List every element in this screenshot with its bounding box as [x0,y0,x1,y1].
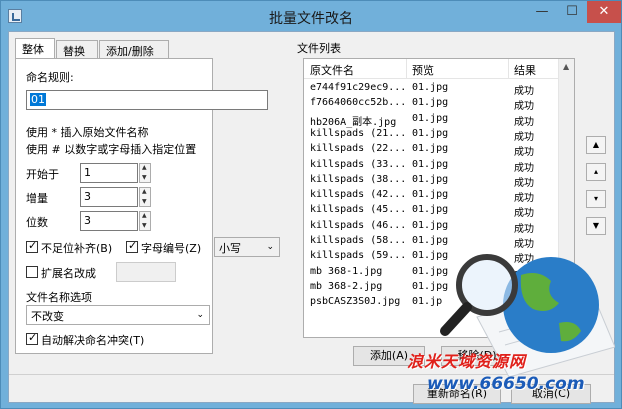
scroll-up-icon[interactable]: ▲ [563,62,569,71]
cell-preview: 01.jpg [412,189,449,201]
letter-label: 字母编号(Z) [141,242,202,255]
case-value: 小写 [219,242,241,255]
cell-original-name: mb 368-1.jpg [310,265,383,277]
cell-preview: 01.jpg [412,82,449,93]
column-divider [406,59,407,79]
column-divider [508,59,509,79]
move-up-button[interactable]: ▴ [586,163,606,181]
cell-preview: 01.jpg [412,173,449,185]
rules-panel: 命名规则: 01 使用 * 插入原始文件名称 使用 # 以数字或字母插入指定位置… [15,58,280,354]
conflict-label: 自动解决命名冲突(T) [41,334,145,347]
start-label: 开始于 [26,168,59,181]
name-options-select[interactable]: 不改变 ⌄ [26,305,210,325]
file-list-title: 文件列表 [297,42,341,55]
tab-replace[interactable]: 替换 [56,40,98,58]
table-row[interactable]: killspads (42... 01.jpg 成功 [304,188,560,205]
digits-stepper[interactable] [139,211,151,231]
ext-input[interactable] [116,262,176,282]
cell-result: 成功 [514,86,534,97]
ext-checkbox[interactable] [26,266,38,278]
table-row[interactable]: f7664060cc52b... 01.jpg 成功 [304,96,560,113]
cell-original-name: killspads (46... [310,219,407,231]
cell-original-name: mb 368-2.jpg [310,280,383,292]
naming-rule-input[interactable]: 01 [26,90,268,110]
pad-label: 不足位补齐(B) [41,242,113,255]
cell-original-name: killspads (59... [310,250,407,262]
naming-rule-label: 命名规则: [26,71,74,84]
step-label: 增量 [26,192,48,205]
cell-original-name: killspads (58... [310,235,407,246]
cell-preview: 01.jpg [412,158,449,170]
naming-rule-value: 01 [30,93,46,106]
chevron-down-icon: ⌄ [266,242,274,252]
cell-original-name: killspads (21... [310,127,407,139]
name-options-label: 文件名称选项 [26,291,92,304]
close-button[interactable]: ✕ [587,1,621,23]
letter-checkbox[interactable] [126,239,138,253]
watermark-cn: 浪米天域资源网 [407,352,527,371]
cell-original-name: f7664060cc52b... [310,97,407,109]
start-input[interactable]: 1 [80,163,138,183]
maximize-button[interactable]: ☐ [559,1,585,23]
chevron-down-icon: ⌄ [196,310,204,320]
cell-original-name: e744f91c29ec9... [310,82,407,93]
cell-preview: 01.jpg [412,97,449,109]
start-stepper[interactable] [139,163,151,183]
cell-preview: 01.jpg [412,204,449,216]
hint-hash: 使用 # 以数字或字母插入指定位置 [26,143,197,156]
cell-result: 成功 [514,101,534,113]
cell-original-name: killspads (33... [310,158,407,170]
digits-label: 位数 [26,216,48,229]
header-preview[interactable]: 预览 [412,62,434,78]
case-select[interactable]: 小写 ⌄ [214,237,280,257]
table-row[interactable]: e744f91c29ec9... 01.jpg 成功 [304,81,560,97]
app-window: 批量文件改名 — ☐ ✕ 整体 替换 添加/删除 命名规则: 01 使用 * 插… [0,0,622,409]
cell-result: 成功 [514,208,534,220]
tab-overall[interactable]: 整体 [15,38,55,59]
table-row[interactable]: killspads (22... 01.jpg 成功 [304,142,560,159]
file-list-header: 原文件名 预览 结果 [304,59,560,79]
cell-result: 成功 [514,177,534,189]
table-row[interactable]: killspads (21... 01.jpg 成功 [304,127,560,143]
table-row[interactable]: killspads (33... 01.jpg 成功 [304,158,560,174]
cell-result: 成功 [514,116,534,128]
cell-result: 成功 [514,193,534,205]
cell-result: 成功 [514,162,534,174]
move-down-button[interactable]: ▾ [586,190,606,208]
step-input[interactable]: 3 [80,187,138,207]
cell-preview: 01.jpg [412,143,449,155]
header-original-name[interactable]: 原文件名 [310,62,354,78]
cell-result: 成功 [514,147,534,159]
cell-original-name: psbCASZ3S0J.jpg [310,296,401,308]
cell-original-name: killspads (38... [310,173,407,185]
cell-preview: 01.jpg [412,127,449,139]
tab-add-remove[interactable]: 添加/删除 [99,40,169,58]
cell-original-name: killspads (45... [310,204,407,216]
watermark-url: www.66650.com [427,374,585,394]
cell-original-name: killspads (22... [310,143,407,155]
table-row[interactable]: hb206A_副本.jpg 01.jpg 成功 [304,112,560,128]
cell-original-name: hb206A_副本.jpg [310,116,397,128]
table-row[interactable]: killspads (45... 01.jpg 成功 [304,203,560,220]
digits-input[interactable]: 3 [80,211,138,231]
dialog-body: 整体 替换 添加/删除 命名规则: 01 使用 * 插入原始文件名称 使用 # … [8,31,615,404]
header-result[interactable]: 结果 [514,62,536,78]
step-stepper[interactable] [139,187,151,207]
title-bar[interactable]: 批量文件改名 — ☐ ✕ [1,1,621,31]
cell-preview: 01.jpg [412,112,449,124]
cell-preview: 01.jp [412,296,443,308]
hint-asterisk: 使用 * 插入原始文件名称 [26,126,149,139]
table-row[interactable]: killspads (38... 01.jpg 成功 [304,173,560,189]
move-top-button[interactable]: ▲ [586,136,606,154]
conflict-checkbox[interactable] [26,331,38,345]
window-title: 批量文件改名 [269,11,353,27]
cell-original-name: killspads (42... [310,189,407,201]
pad-checkbox[interactable] [26,239,38,253]
cell-result: 成功 [514,131,534,143]
minimize-button[interactable]: — [529,1,555,23]
name-options-value: 不改变 [31,310,64,323]
ext-label: 扩展名改成 [41,267,96,280]
